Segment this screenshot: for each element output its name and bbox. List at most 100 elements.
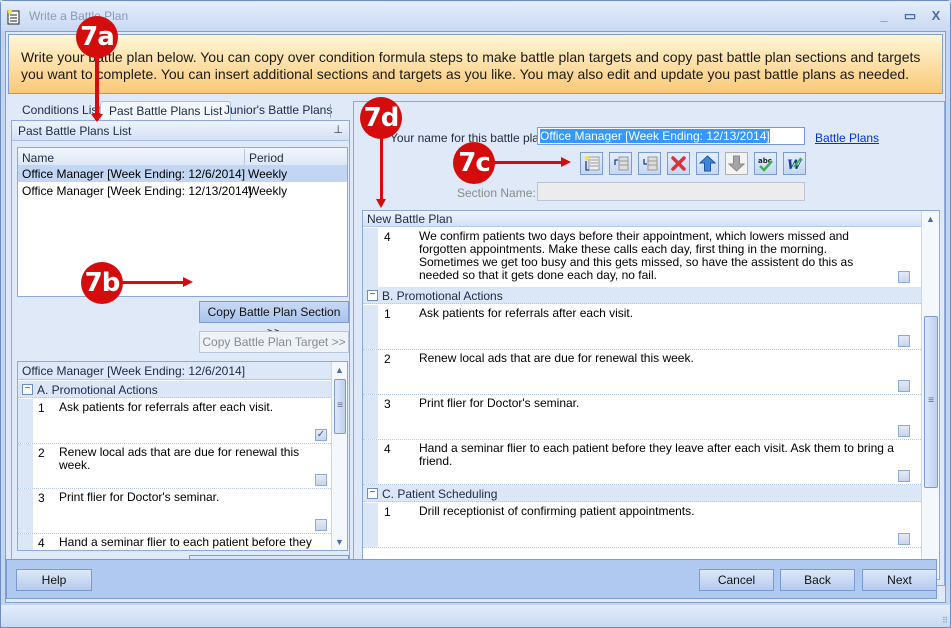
scroll-up-icon[interactable]: ▲ bbox=[922, 214, 939, 224]
item-number: 1 bbox=[38, 401, 45, 415]
row-gutter bbox=[363, 503, 378, 547]
insert-below-button[interactable] bbox=[638, 152, 661, 175]
back-button[interactable]: Back bbox=[780, 569, 855, 591]
new-battle-plan-panel: Your name for this battle plan: Office M… bbox=[353, 101, 945, 586]
row-gutter bbox=[18, 489, 33, 533]
plan-item[interactable]: 2 Renew local ads that are due for renew… bbox=[363, 350, 921, 395]
battle-plans-link[interactable]: Battle Plans bbox=[815, 131, 879, 145]
item-number: 4 bbox=[384, 442, 391, 456]
item-checkbox[interactable] bbox=[898, 335, 910, 347]
item-checkbox[interactable] bbox=[898, 271, 910, 283]
row-gutter bbox=[18, 444, 33, 488]
tab-past-battle-plans-list[interactable]: Past Battle Plans List bbox=[100, 101, 232, 120]
plan-item[interactable]: 4 Hand a seminar flier to each patient b… bbox=[363, 440, 921, 485]
collapse-icon[interactable]: − bbox=[367, 290, 378, 301]
section-label: B. Promotional Actions bbox=[382, 289, 503, 303]
item-number: 2 bbox=[38, 446, 45, 460]
tree-scrollbar[interactable]: ▲ ≡ ▼ bbox=[331, 362, 347, 550]
item-checkbox[interactable] bbox=[898, 470, 910, 482]
list-row[interactable]: Office Manager [Week Ending: 12/6/2014] … bbox=[18, 165, 347, 182]
collapse-icon[interactable]: − bbox=[367, 488, 378, 499]
resize-grip-icon[interactable]: ⠿ bbox=[942, 616, 948, 625]
annotation-7a-line bbox=[95, 58, 99, 120]
item-checkbox[interactable] bbox=[898, 425, 910, 437]
insert-section-button[interactable] bbox=[580, 152, 603, 175]
section-name-input[interactable] bbox=[537, 182, 805, 201]
word-export-button[interactable]: W bbox=[783, 152, 806, 175]
annotation-badge-7d: 7d bbox=[360, 97, 402, 139]
client-area: Write your battle plan below. You can co… bbox=[5, 31, 946, 603]
annotation-7d-arrowhead bbox=[376, 199, 386, 208]
scroll-down-icon[interactable]: ▼ bbox=[332, 537, 347, 547]
delete-button[interactable] bbox=[667, 152, 690, 175]
help-button[interactable]: Help bbox=[16, 569, 92, 591]
scroll-thumb[interactable]: ≡ bbox=[334, 379, 346, 434]
item-text: Renew local ads that are due for renewal… bbox=[419, 351, 694, 365]
annotation-7d-line bbox=[380, 131, 383, 203]
tree-title: Office Manager [Week Ending: 12/6/2014] bbox=[18, 362, 331, 380]
next-button[interactable]: Next bbox=[862, 569, 937, 591]
plan-item[interactable]: 1 Ask patients for referrals after each … bbox=[363, 305, 921, 350]
tree-item[interactable]: 2 Renew local ads that are due for renew… bbox=[18, 444, 331, 489]
past-plans-list: Name Period Office Manager [Week Ending:… bbox=[17, 147, 348, 297]
tree-item[interactable]: 3 Print flier for Doctor's seminar. bbox=[18, 489, 331, 534]
item-checkbox[interactable] bbox=[898, 380, 910, 392]
row-gutter bbox=[363, 440, 378, 484]
section-row[interactable]: − C. Patient Scheduling bbox=[363, 485, 921, 502]
spell-check-button[interactable]: abc bbox=[754, 152, 777, 175]
insert-section-icon bbox=[584, 155, 600, 171]
item-checkbox[interactable] bbox=[898, 533, 910, 545]
word-export-icon: W bbox=[787, 157, 803, 172]
row-gutter bbox=[363, 228, 378, 290]
panel-header: Past Battle Plans List ⊥ bbox=[12, 121, 349, 141]
section-row[interactable]: − A. Promotional Actions bbox=[18, 381, 331, 398]
status-bar: ⠿ bbox=[1, 605, 950, 627]
plan-item[interactable]: 1 Drill receptionist of confirming patie… bbox=[363, 503, 921, 548]
move-up-button[interactable] bbox=[696, 152, 719, 175]
plan-item[interactable]: 3 Print flier for Doctor's seminar. bbox=[363, 395, 921, 440]
item-text: Drill receptionist of confirming patient… bbox=[419, 504, 695, 518]
battle-plan-window: Write a Battle Plan _ ▭ X Write your bat… bbox=[0, 0, 951, 628]
close-button[interactable]: X bbox=[927, 8, 945, 24]
insert-above-button[interactable] bbox=[609, 152, 632, 175]
item-number: 1 bbox=[384, 505, 391, 519]
delete-icon bbox=[671, 156, 686, 171]
collapse-icon[interactable]: − bbox=[22, 384, 33, 395]
plan-name: Office Manager [Week Ending: 12/6/2014] bbox=[22, 167, 246, 181]
annotation-7c-line bbox=[491, 161, 563, 164]
annotation-7b-line bbox=[121, 281, 183, 284]
plan-item[interactable]: 4 We confirm patients two days before th… bbox=[363, 228, 921, 291]
tree-item[interactable]: 1 Ask patients for referrals after each … bbox=[18, 399, 331, 444]
list-row[interactable]: Office Manager [Week Ending: 12/13/2014]… bbox=[18, 182, 347, 199]
tree-item[interactable]: 4 Hand a seminar flier to each patient b… bbox=[18, 534, 331, 550]
tab-juniors-battle-plans[interactable]: Junior's Battle Plans bbox=[216, 101, 340, 120]
past-battle-plans-panel: Past Battle Plans List ⊥ Name Period Off… bbox=[11, 120, 350, 586]
scroll-thumb[interactable]: ≡ bbox=[924, 316, 938, 488]
item-checkbox-checked[interactable]: ✓ bbox=[315, 429, 327, 441]
move-down-icon bbox=[728, 155, 745, 172]
minimize-button[interactable]: _ bbox=[875, 8, 893, 24]
plan-name-value: Office Manager [Week Ending: 12/13/2014] bbox=[540, 129, 770, 143]
column-header-period[interactable]: Period bbox=[244, 149, 284, 165]
plan-name-input[interactable]: Office Manager [Week Ending: 12/13/2014] bbox=[537, 127, 805, 145]
column-header-name[interactable]: Name bbox=[22, 151, 54, 165]
copy-section-button[interactable]: Copy Battle Plan Section >> bbox=[199, 301, 349, 339]
past-plan-tree: Office Manager [Week Ending: 12/6/2014] … bbox=[17, 361, 348, 551]
item-checkbox[interactable] bbox=[315, 474, 327, 486]
plan-scrollbar[interactable]: ▲ ≡ ▼ bbox=[921, 211, 939, 579]
pin-icon[interactable]: ⊥ bbox=[333, 123, 343, 136]
item-text: Renew local ads that are due for renewal… bbox=[59, 445, 300, 472]
annotation-7a-arrowhead bbox=[91, 114, 103, 122]
annotation-7b-arrowhead bbox=[183, 277, 193, 287]
spell-check-icon: abc bbox=[758, 157, 773, 172]
item-text: We confirm patients two days before thei… bbox=[419, 229, 854, 282]
row-gutter bbox=[363, 395, 378, 439]
cancel-button[interactable]: Cancel bbox=[699, 569, 774, 591]
maximize-button[interactable]: ▭ bbox=[901, 8, 919, 24]
move-up-icon bbox=[699, 155, 716, 172]
section-row[interactable]: − B. Promotional Actions bbox=[363, 287, 921, 304]
copy-target-button[interactable]: Copy Battle Plan Target >> bbox=[199, 331, 349, 353]
item-checkbox[interactable] bbox=[315, 519, 327, 531]
move-down-button[interactable] bbox=[725, 152, 748, 175]
scroll-up-icon[interactable]: ▲ bbox=[332, 365, 347, 375]
